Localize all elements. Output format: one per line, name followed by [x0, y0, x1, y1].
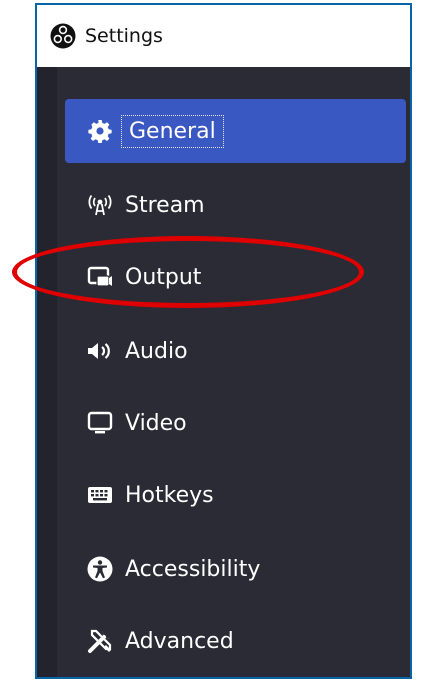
title-bar: Settings — [37, 5, 410, 67]
sidebar-item-general[interactable]: General — [65, 99, 406, 163]
antenna-icon — [83, 188, 117, 222]
sidebar-item-advanced[interactable]: Advanced — [65, 609, 406, 673]
sidebar-item-label: Advanced — [125, 628, 234, 654]
obs-logo-icon — [49, 22, 77, 50]
sidebar-item-label: Audio — [125, 338, 188, 364]
sidebar-item-accessibility[interactable]: Accessibility — [65, 537, 406, 601]
accessibility-icon — [83, 552, 117, 586]
settings-window: Settings General Stream Output Audio Vid… — [35, 3, 412, 679]
output-icon — [83, 260, 117, 294]
sidebar-item-hotkeys[interactable]: Hotkeys — [65, 463, 406, 527]
speaker-icon — [83, 334, 117, 368]
sidebar-item-label: Output — [125, 264, 202, 290]
window-title: Settings — [85, 25, 163, 47]
sidebar-item-label: Video — [125, 410, 187, 436]
sidebar-item-label: General — [121, 114, 224, 148]
sidebar-item-stream[interactable]: Stream — [65, 173, 406, 237]
sidebar-item-video[interactable]: Video — [65, 391, 406, 455]
tools-icon — [83, 624, 117, 658]
sidebar-item-label: Stream — [125, 192, 205, 218]
keyboard-icon — [83, 478, 117, 512]
gear-icon — [83, 114, 117, 148]
sidebar-item-label: Accessibility — [125, 556, 261, 582]
sidebar-item-label: Hotkeys — [125, 482, 214, 508]
monitor-icon — [83, 406, 117, 440]
sidebar-item-audio[interactable]: Audio — [65, 319, 406, 383]
sidebar-item-output[interactable]: Output — [65, 245, 406, 309]
settings-sidebar: General Stream Output Audio Video Hotkey… — [57, 67, 410, 677]
